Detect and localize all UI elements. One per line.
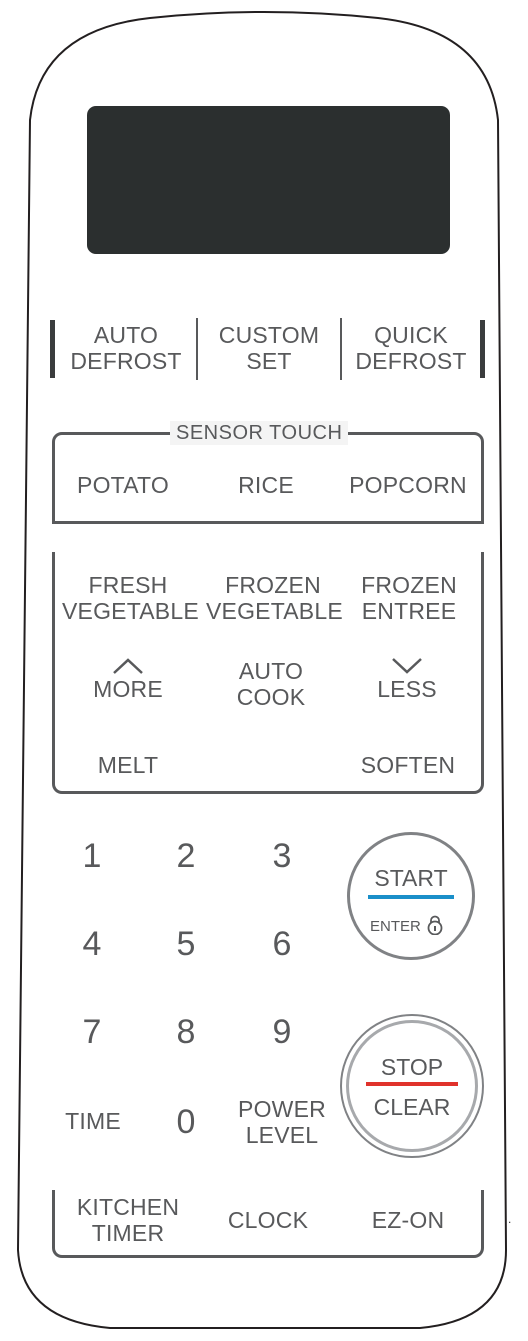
digit-5-button[interactable]: 5	[156, 924, 216, 964]
stop-inner-ring	[346, 1020, 478, 1152]
frozen-vegetable-button[interactable]: FROZEN VEGETABLE	[206, 572, 343, 624]
key-label: VEGETABLE	[62, 598, 199, 624]
kitchen-timer-button[interactable]: KITCHEN TIMER	[66, 1194, 190, 1246]
stop-sub-label: CLEAR	[373, 1094, 451, 1120]
key-label: ENTREE	[361, 598, 457, 624]
custom-set-button[interactable]: CUSTOM SET	[204, 322, 334, 374]
divider	[340, 318, 342, 380]
key-label: FROZEN	[361, 572, 457, 598]
ez-on-button[interactable]: EZ-ON	[352, 1207, 464, 1233]
auto-cook-button[interactable]: AUTO COOK	[206, 658, 336, 710]
start-accent-bar	[368, 895, 454, 899]
start-sub-label: ENTER	[370, 918, 421, 935]
digit-1-button[interactable]: 1	[62, 836, 122, 876]
start-button[interactable]: START ENTER	[347, 832, 475, 960]
digit-9-button[interactable]: 9	[252, 1012, 312, 1052]
key-label: AUTO	[93, 322, 159, 348]
power-level-button[interactable]: POWER LEVEL	[230, 1096, 334, 1148]
start-label: START	[374, 865, 448, 891]
key-label: FROZEN	[225, 572, 321, 598]
stop-button[interactable]: STOP CLEAR	[340, 1014, 484, 1158]
stop-accent-bar	[366, 1082, 458, 1086]
key-label: VEGETABLE	[206, 598, 343, 624]
auto-defrost-button[interactable]: AUTO DEFROST	[62, 322, 190, 374]
key-label: QUICK	[374, 322, 448, 348]
melt-button[interactable]: MELT	[68, 752, 188, 778]
less-button[interactable]: LESS	[348, 656, 466, 702]
potato-button[interactable]: POTATO	[62, 472, 184, 498]
popcorn-button[interactable]: POPCORN	[342, 472, 474, 498]
lock-icon	[427, 915, 443, 936]
digit-6-button[interactable]: 6	[252, 924, 312, 964]
more-button[interactable]: MORE	[68, 656, 188, 702]
clock-button[interactable]: CLOCK	[212, 1207, 324, 1233]
divider	[50, 320, 55, 378]
outline-mark: .	[508, 1212, 512, 1226]
key-label: FRESH	[88, 572, 168, 598]
start-sub-row: ENTER	[370, 915, 460, 936]
fresh-vegetable-button[interactable]: FRESH VEGETABLE	[62, 572, 199, 624]
key-label: MORE	[93, 676, 163, 702]
stop-label: STOP	[380, 1054, 444, 1080]
key-label: TIMER	[91, 1220, 165, 1246]
key-label: POWER	[238, 1096, 326, 1122]
frozen-entree-button[interactable]: FROZEN ENTREE	[346, 572, 472, 624]
display-screen	[87, 106, 450, 254]
divider	[196, 318, 198, 380]
digit-7-button[interactable]: 7	[62, 1012, 122, 1052]
rice-button[interactable]: RICE	[206, 472, 326, 498]
time-button[interactable]: TIME	[56, 1108, 130, 1134]
key-label: CUSTOM	[218, 322, 320, 348]
digit-3-button[interactable]: 3	[252, 836, 312, 876]
sensor-touch-title: SENSOR TOUCH	[170, 421, 349, 445]
digit-2-button[interactable]: 2	[156, 836, 216, 876]
divider	[480, 320, 485, 378]
digit-8-button[interactable]: 8	[156, 1012, 216, 1052]
key-label: AUTO	[238, 658, 304, 684]
chevron-up-icon	[113, 658, 143, 674]
key-label: COOK	[236, 684, 306, 710]
quick-defrost-button[interactable]: QUICK DEFROST	[346, 322, 476, 374]
digit-4-button[interactable]: 4	[62, 924, 122, 964]
key-label: DEFROST	[70, 348, 182, 374]
key-label: LEVEL	[245, 1122, 319, 1148]
key-label: LESS	[377, 676, 437, 702]
key-label: SET	[246, 348, 292, 374]
key-label: DEFROST	[355, 348, 467, 374]
digit-0-button[interactable]: 0	[156, 1102, 216, 1142]
key-label: KITCHEN	[76, 1194, 180, 1220]
chevron-down-icon	[392, 658, 422, 674]
soften-button[interactable]: SOFTEN	[346, 752, 470, 778]
